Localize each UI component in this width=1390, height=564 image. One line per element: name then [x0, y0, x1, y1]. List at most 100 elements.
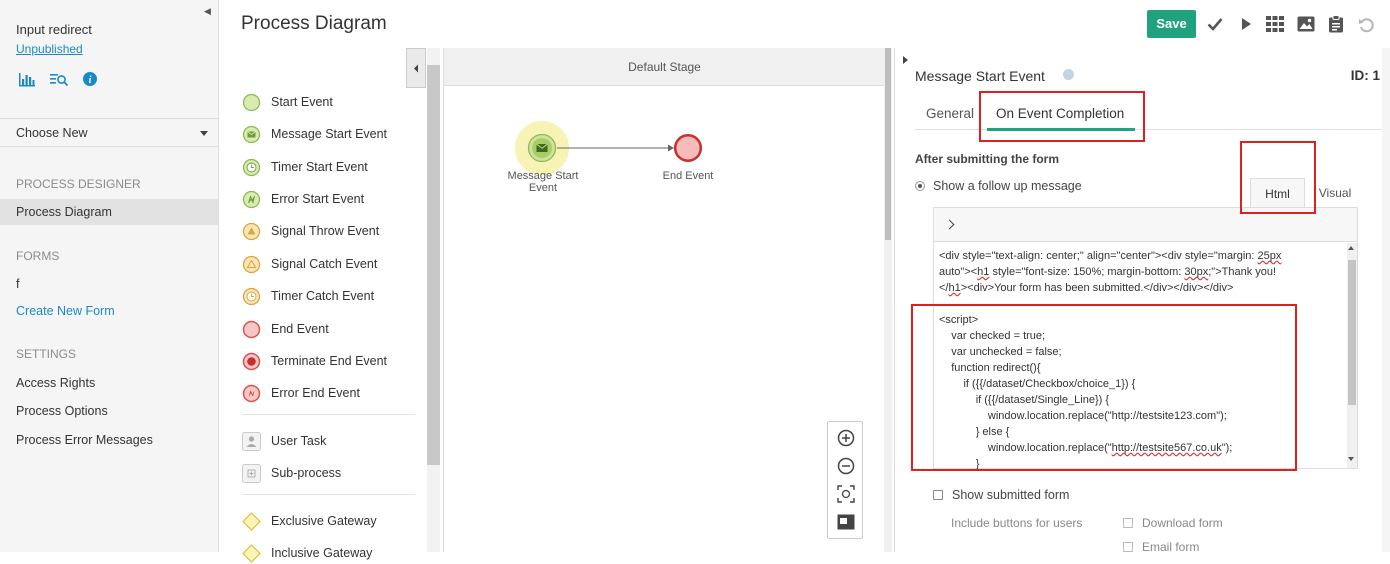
fit-screen-icon[interactable]: [836, 484, 856, 504]
left-sidebar: ◀ Input redirect Unpublished i Choose Ne…: [0, 0, 219, 552]
start-node-label: Message Start Event: [503, 170, 583, 194]
image-icon[interactable]: [1296, 14, 1316, 34]
palette-error-start-event[interactable]: Error Start Event: [242, 188, 364, 210]
timer-start-event-icon: [242, 158, 261, 177]
highlight-box-script: [911, 304, 1297, 471]
download-form-checkbox[interactable]: [1123, 518, 1133, 528]
follow-up-radio[interactable]: [915, 181, 925, 191]
code-text: style="font-size: 150%; margin-bottom:: [989, 266, 1185, 278]
section-process-designer: PROCESS DESIGNER: [16, 177, 141, 191]
palette-signal-throw-event[interactable]: Signal Throw Event: [242, 220, 379, 242]
palette-item-label: Exclusive Gateway: [271, 514, 377, 528]
stage-header[interactable]: Default Stage: [444, 48, 885, 86]
sidebar-item-form-f[interactable]: f: [0, 271, 218, 297]
palette-item-label: Timer Catch Event: [271, 289, 375, 303]
download-form-label: Download form: [1142, 516, 1223, 530]
collapse-palette-button[interactable]: [406, 48, 426, 88]
expand-toolbar-icon[interactable]: [944, 219, 955, 230]
code-line: <div style="text-align: center;" align="…: [939, 248, 1339, 264]
message-start-event-node[interactable]: [527, 133, 557, 163]
palette-start-event[interactable]: Start Event: [242, 91, 333, 113]
save-button[interactable]: Save: [1147, 10, 1196, 38]
palette-message-start-event[interactable]: Message Start Event: [242, 123, 387, 145]
start-node-label-line: Event: [528, 182, 558, 194]
code-text: h1: [977, 266, 990, 278]
sidebar-item-process-options[interactable]: Process Options: [0, 398, 218, 424]
code-text: <div style="text-align: center;" align="…: [939, 250, 1258, 262]
palette-item-label: Message Start Event: [271, 127, 388, 141]
user-task-icon: [242, 431, 261, 451]
section-settings: SETTINGS: [16, 347, 77, 361]
scroll-up-icon[interactable]: [1348, 246, 1354, 250]
palette-item-label: Terminate End Event: [271, 354, 388, 368]
palette-signal-catch-event[interactable]: Signal Catch Event: [242, 253, 377, 275]
palette-item-label: Sub-process: [271, 466, 342, 480]
sidebar-icon-row: i: [18, 71, 98, 87]
info-icon[interactable]: i: [82, 71, 98, 87]
search-list-icon[interactable]: [49, 71, 69, 87]
email-form-checkbox[interactable]: [1123, 542, 1133, 552]
check-icon[interactable]: [1205, 14, 1225, 34]
properties-scrollbar-track[interactable]: [1382, 48, 1390, 552]
message-start-event-icon: [242, 125, 261, 144]
palette-error-end-event[interactable]: Error End Event: [242, 382, 360, 404]
highlight-box-completion-tab: [979, 91, 1145, 142]
zoom-in-icon[interactable]: [836, 428, 856, 448]
expand-panel-icon[interactable]: [903, 56, 908, 64]
code-text: auto"><: [939, 266, 978, 278]
sidebar-item-process-errors[interactable]: Process Error Messages: [0, 427, 218, 453]
help-icon[interactable]: [1063, 69, 1074, 80]
palette-terminate-end-event[interactable]: Terminate End Event: [242, 350, 387, 372]
svg-text:i: i: [89, 75, 92, 86]
palette-inclusive-gateway[interactable]: Inclusive Gateway: [242, 542, 372, 564]
editor-scrollbar[interactable]: [1348, 260, 1356, 405]
code-line: auto"><h1 style="font-size: 150%; margin…: [939, 264, 1339, 280]
code-text: 30px: [1184, 266, 1209, 278]
timer-catch-event-icon: [242, 287, 261, 306]
end-event-node[interactable]: [673, 133, 703, 163]
palette-timer-catch-event[interactable]: Timer Catch Event: [242, 285, 374, 307]
undo-icon[interactable]: [1356, 14, 1376, 34]
zoom-out-icon[interactable]: [836, 456, 856, 476]
show-submitted-label: Show submitted form: [952, 488, 1070, 502]
diagram-edges: [515, 121, 674, 175]
start-event-icon: [242, 93, 261, 112]
after-submit-heading: After submitting the form: [915, 152, 1059, 166]
grid-icon[interactable]: [1265, 14, 1285, 34]
download-form-option[interactable]: Download form: [1123, 516, 1223, 530]
sidebar-item-create-form[interactable]: Create New Form: [0, 298, 218, 324]
palette-user-task[interactable]: User Task: [242, 430, 326, 452]
palette-divider: [242, 414, 415, 415]
show-submitted-checkbox[interactable]: [933, 490, 943, 500]
minimap-icon[interactable]: [836, 512, 856, 532]
follow-up-message-option[interactable]: Show a follow up message: [915, 179, 1082, 193]
palette-timer-start-event[interactable]: Timer Start Event: [242, 156, 368, 178]
zoom-controls: [827, 421, 863, 539]
play-icon[interactable]: [1236, 14, 1256, 34]
show-submitted-form-option[interactable]: Show submitted form: [933, 488, 1069, 502]
publish-status-link[interactable]: Unpublished: [16, 42, 83, 56]
signal-catch-event-icon: [242, 255, 261, 274]
canvas-scrollbar[interactable]: [885, 48, 891, 240]
sidebar-item-access-rights[interactable]: Access Rights: [0, 370, 218, 396]
sidebar-item-process-diagram[interactable]: Process Diagram: [0, 199, 218, 225]
palette-item-label: Timer Start Event: [271, 160, 368, 174]
palette-exclusive-gateway[interactable]: Exclusive Gateway: [242, 510, 377, 532]
palette-scrollbar[interactable]: [427, 65, 440, 465]
palette-end-event[interactable]: End Event: [242, 318, 329, 340]
bar-chart-icon[interactable]: [18, 71, 36, 87]
choose-new-dropdown[interactable]: Choose New: [0, 118, 218, 147]
collapse-sidebar-icon[interactable]: ◀: [204, 6, 211, 17]
palette-item-label: Start Event: [271, 95, 333, 109]
tab-visual[interactable]: Visual: [1315, 178, 1355, 209]
tab-general[interactable]: General: [926, 106, 974, 121]
terminate-end-event-icon: [242, 352, 261, 371]
code-text: 25px: [1257, 250, 1282, 262]
scroll-down-icon[interactable]: [1348, 457, 1354, 461]
clipboard-icon[interactable]: [1326, 14, 1346, 34]
palette-sub-process[interactable]: Sub-process: [242, 462, 341, 484]
diagram-canvas[interactable]: Default Stage Message Start Event End Ev…: [443, 48, 885, 552]
error-end-event-icon: [242, 384, 261, 403]
sub-process-icon: [242, 463, 261, 483]
include-buttons-label: Include buttons for users: [951, 516, 1083, 530]
